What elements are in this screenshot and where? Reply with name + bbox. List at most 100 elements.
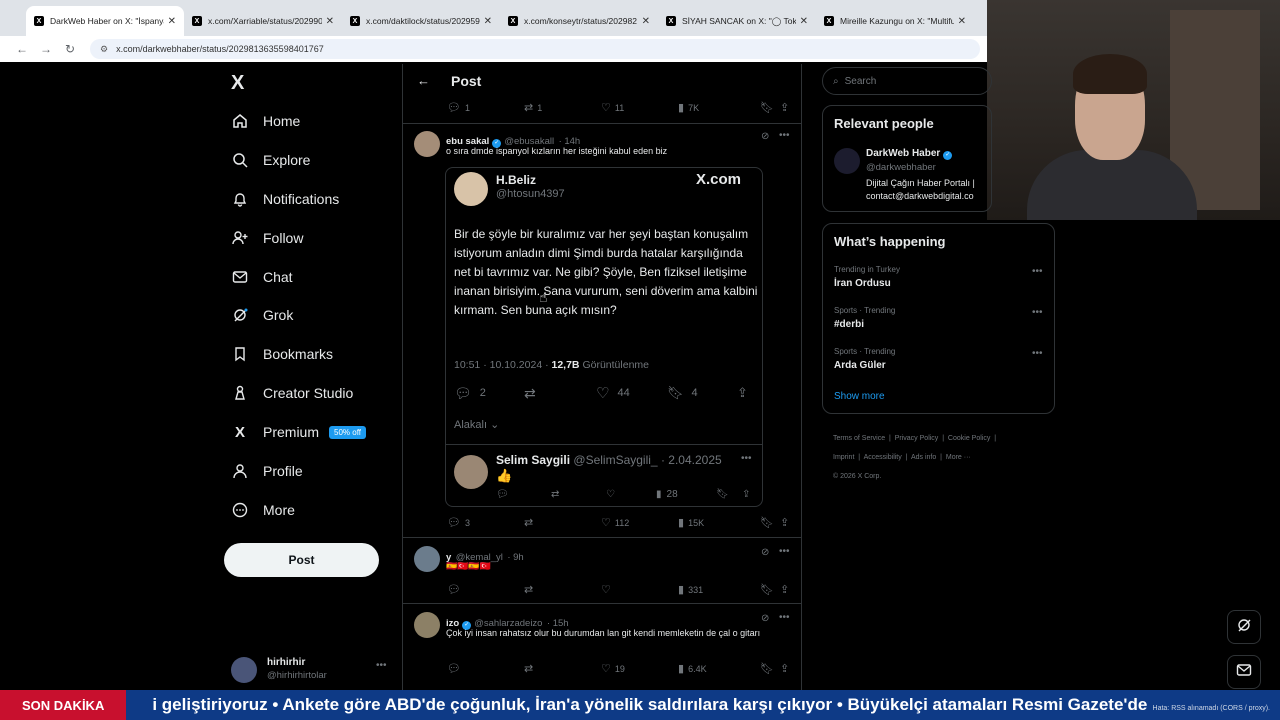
x-logo-icon[interactable]: X [231, 72, 244, 95]
sidebar-item-grok[interactable]: Grok [231, 306, 293, 324]
close-icon[interactable]: ✕ [326, 16, 334, 27]
chat-float-button[interactable] [1227, 655, 1261, 689]
bookmark-button[interactable]: 🔖︎ [760, 662, 780, 675]
share-button[interactable]: ⇪ [780, 101, 793, 114]
share-icon: ⇪ [780, 584, 790, 596]
sidebar-item-label: Notifications [263, 191, 340, 207]
more-dots-icon[interactable]: ••• [779, 612, 790, 623]
browser-tab[interactable]: X SİYAH SANCAK on X: "◯ Toka ✕ [658, 6, 816, 36]
person-name: DarkWeb Haber [866, 148, 941, 159]
bookmark-button[interactable]: 🔖︎ [760, 583, 780, 596]
footer-link[interactable]: Cookie Policy [948, 435, 990, 442]
views-button[interactable]: ▮ 6.4K [678, 662, 760, 675]
back-arrow-icon[interactable]: ← [417, 73, 430, 88]
avatar[interactable] [414, 546, 440, 572]
sidebar-item-more[interactable]: More [231, 501, 295, 519]
footer-link[interactable]: Accessibility [864, 454, 902, 461]
trend-item[interactable]: Sports · Trending Arda Güler ••• [823, 344, 1054, 382]
browser-tab[interactable]: X Mireille Kazungu on X: "Multifu ✕ [816, 6, 974, 36]
share-button[interactable]: ⇪ [780, 583, 793, 596]
sidebar-item-home[interactable]: Home [231, 112, 300, 130]
url-field[interactable]: ⚙ x.com/darkwebhaber/status/2029813635598… [90, 39, 980, 59]
mail-icon [231, 268, 249, 286]
bookmark-button[interactable]: 🔖︎ [760, 516, 780, 529]
site-settings-icon[interactable]: ⚙ [100, 44, 108, 55]
reply-button[interactable]: 💬︎ [447, 583, 524, 596]
trend-item[interactable]: Sports · Trending #derbi ••• [823, 303, 1054, 341]
like-button[interactable]: ♡ 112 [601, 516, 678, 529]
timestamp[interactable]: · 9h [507, 552, 523, 563]
sidebar-item-profile[interactable]: Profile [231, 462, 303, 480]
share-button[interactable]: ⇪ [780, 662, 793, 675]
avatar[interactable] [834, 148, 860, 174]
footer-link[interactable]: Terms of Service [833, 435, 885, 442]
browser-tab[interactable]: Xx.com/konseytr/status/202982 ✕ [500, 6, 658, 36]
search-input[interactable]: ⌕ Search [822, 67, 992, 95]
close-icon[interactable]: ✕ [168, 16, 176, 27]
views-button[interactable]: ▮ 7K [678, 101, 760, 114]
account-switcher[interactable]: hirhirhir @hirhirhirtolar ••• [231, 655, 401, 685]
browser-tab[interactable]: X DarkWeb Haber on X: "İspanya ✕ [26, 6, 184, 36]
share-icon: ⇪ [742, 489, 751, 500]
sidebar-item-bookmarks[interactable]: Bookmarks [231, 345, 333, 363]
embedded-image-card[interactable]: H.Beliz @htosun4397 X.com Bir de şöyle b… [445, 167, 763, 507]
close-icon[interactable]: ✕ [800, 16, 808, 27]
divider [403, 537, 801, 538]
back-arrow-icon[interactable]: ← [12, 39, 32, 59]
post-button[interactable]: Post [224, 543, 379, 577]
sidebar-item-chat[interactable]: Chat [231, 268, 293, 286]
reply-button[interactable]: 💬︎ 3 [447, 516, 524, 529]
like-button[interactable]: ♡ 11 [601, 101, 678, 114]
sidebar-item-premium[interactable]: X Premium 50% off [231, 423, 366, 441]
sidebar-item-explore[interactable]: Explore [231, 151, 310, 169]
mail-icon [1236, 662, 1252, 683]
sidebar-item-creator-studio[interactable]: Creator Studio [231, 384, 353, 402]
forward-arrow-icon[interactable]: → [36, 39, 56, 59]
close-icon[interactable]: ✕ [958, 16, 966, 27]
share-button[interactable]: ⇪ [780, 516, 793, 529]
avatar[interactable] [414, 612, 440, 638]
browser-tab[interactable]: Xx.com/Xarriable/status/202990 ✕ [184, 6, 342, 36]
views-button[interactable]: ▮ 15K [678, 516, 760, 529]
trend-item[interactable]: Trending in Turkey İran Ordusu ••• [823, 262, 1054, 300]
like-button[interactable]: ♡ 19 [601, 662, 678, 675]
browser-tab[interactable]: Xx.com/daktilock/status/202959 ✕ [342, 6, 500, 36]
repost-button[interactable]: ⇄ 1 [524, 101, 601, 114]
like-button[interactable]: ♡ [601, 583, 678, 596]
repost-button[interactable]: ⇄ [524, 583, 601, 596]
footer-link[interactable]: Imprint [833, 454, 854, 461]
more-dots-icon[interactable]: ••• [779, 546, 790, 557]
grok-icon[interactable]: ⊘ [761, 131, 769, 142]
reply-button[interactable]: 💬︎ [447, 662, 524, 675]
grok-icon[interactable]: ⊘ [761, 613, 769, 624]
views-button[interactable]: ▮ 331 [678, 583, 760, 596]
avatar[interactable] [414, 131, 440, 157]
card-time: 10:51 · 10.10.2024 · [454, 359, 549, 371]
show-more-link[interactable]: Show more [834, 391, 885, 402]
footer-link[interactable]: Ads info [911, 454, 936, 461]
repost-button[interactable]: ⇄ [524, 516, 601, 529]
divider [446, 444, 762, 445]
more-dots-icon[interactable]: ••• [1032, 348, 1043, 359]
reload-icon[interactable]: ↻ [60, 39, 80, 59]
grok-icon[interactable]: ⊘ [761, 547, 769, 558]
reply-button[interactable]: 💬︎ 1 [447, 101, 524, 114]
person-handle[interactable]: @darkwebhaber [866, 162, 936, 173]
close-icon[interactable]: ✕ [484, 16, 492, 27]
person-name-row[interactable]: DarkWeb Haber ✓ [866, 148, 955, 160]
bookmark-button[interactable]: 🔖︎ [760, 101, 780, 114]
grok-float-button[interactable] [1227, 610, 1261, 644]
sidebar-item-follow[interactable]: Follow [231, 229, 303, 247]
footer-link[interactable]: Privacy Policy [895, 435, 939, 442]
close-icon[interactable]: ✕ [642, 16, 650, 27]
card-reply-header: Selim Saygili @SelimSaygili_ · 2.04.2025 [496, 453, 722, 467]
search-placeholder: Search [844, 75, 877, 87]
sidebar-item-notifications[interactable]: Notifications [231, 190, 339, 208]
more-dots-icon[interactable]: ••• [1032, 266, 1043, 277]
footer-link[interactable]: More ··· [946, 454, 971, 461]
more-dots-icon[interactable]: ••• [1032, 307, 1043, 318]
bell-icon [231, 190, 249, 208]
more-dots-icon[interactable]: ••• [779, 130, 790, 141]
repost-button[interactable]: ⇄ [524, 662, 601, 675]
more-dots-icon[interactable]: ••• [376, 660, 387, 671]
